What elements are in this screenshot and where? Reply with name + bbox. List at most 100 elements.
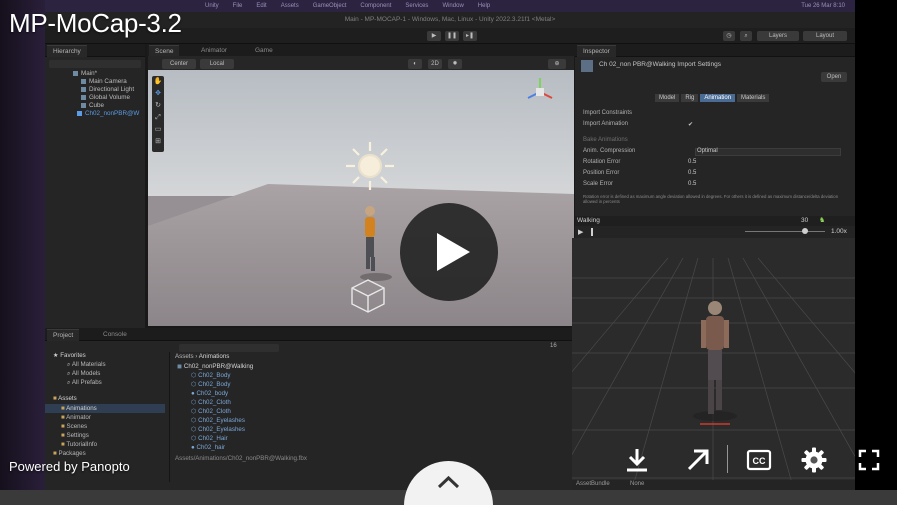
- subtab-materials: Materials: [737, 94, 770, 102]
- gizmos-icon: ⊕: [548, 59, 566, 69]
- menubar-item: Help: [477, 3, 491, 9]
- scene-toolbar: Center Local 2D ◐ ✹ ⊕: [148, 56, 574, 70]
- folder-item: ■ Animations: [61, 405, 97, 412]
- menubar-item: Assets: [280, 3, 299, 9]
- menubar-item: Component: [360, 3, 392, 9]
- inspector-subtabs: Model Rig Animation Materials: [655, 94, 770, 102]
- tab-game: Game: [255, 47, 273, 54]
- hierarchy-panel: Hierarchy Main* Main Camera Directional …: [45, 44, 145, 328]
- speed-slider-handle: [802, 228, 808, 234]
- fullscreen-button[interactable]: [853, 444, 885, 476]
- closed-captions-icon: CC: [746, 449, 772, 471]
- menubar-item: Window: [442, 3, 464, 9]
- assetbundle-label: AssetBundle: [576, 481, 610, 487]
- video-right-edge: [855, 0, 897, 490]
- tab-project: Project: [47, 329, 80, 341]
- camera-icon: [81, 78, 86, 84]
- speed-value: 1.00x: [831, 228, 847, 235]
- play-button[interactable]: [400, 203, 498, 301]
- pause-icon: ❚❚: [445, 31, 459, 41]
- preview-timeline: ▶ 1.00x: [575, 226, 855, 238]
- download-button[interactable]: [621, 444, 653, 476]
- scene-tabbar: Scene Animator Game: [147, 44, 575, 56]
- assetbundle-bar: AssetBundle None: [572, 480, 855, 490]
- tree-item: Main Camera: [81, 78, 127, 85]
- hierarchy-search: [49, 60, 141, 68]
- subtab-rig: Rig: [681, 94, 699, 102]
- favorites-header: ★ Favorites: [53, 352, 86, 359]
- favorites-item: ⌕ All Prefabs: [67, 379, 102, 386]
- file-item: ⬡ Ch02_Eyelashes: [191, 426, 245, 433]
- video-title: MP-MoCap-3.2: [9, 8, 182, 38]
- tab-scene: Scene: [149, 45, 180, 56]
- inspector-row: Anim. Compression Optimal: [583, 148, 849, 157]
- menubar-item: GameObject: [312, 3, 347, 9]
- file-item: ● Ch02_hair: [191, 444, 226, 451]
- expand-controls-button[interactable]: [404, 461, 493, 505]
- history-icon: ◷: [723, 31, 735, 41]
- folder-item: ■ Animator: [61, 414, 91, 421]
- powered-by-panopto[interactable]: Powered by Panopto: [9, 459, 130, 474]
- download-icon: [627, 449, 647, 472]
- settings-button[interactable]: [798, 444, 830, 476]
- file-item: ⬡ Ch02_Cloth: [191, 399, 231, 406]
- avatar-icon: ♞: [819, 217, 826, 224]
- tree-item: Global Volume: [81, 94, 130, 101]
- scale-tool-icon: ⤢: [155, 114, 161, 121]
- video-player[interactable]: Unity File Edit Assets GameObject Compon…: [0, 0, 897, 505]
- light-toggle-icon: ✹: [448, 59, 462, 69]
- mesh-icon: ⬡: [191, 399, 197, 406]
- folder-icon: ■: [53, 450, 57, 457]
- inspector-row: Import Constraints: [583, 110, 633, 116]
- folder-item: ■ Settings: [61, 432, 89, 439]
- open-in-new-window-button[interactable]: [682, 444, 714, 476]
- settings-gear-icon: [801, 447, 827, 473]
- captions-button[interactable]: CC: [743, 444, 775, 476]
- project-search: [179, 344, 279, 352]
- material-icon: ●: [191, 444, 195, 451]
- tab-hierarchy: Hierarchy: [47, 45, 87, 57]
- subtab-animation: Animation: [700, 94, 736, 102]
- preview-play-icon: ▶: [578, 229, 584, 236]
- mesh-icon: ⬡: [191, 435, 197, 442]
- expand-up-icon: [437, 475, 460, 489]
- file-item: ⬡ Ch02_Cloth: [191, 408, 231, 415]
- scene-tool-palette: ✋ ✥ ↻ ⤢ ▭ ⊞: [152, 76, 164, 152]
- rect-tool-icon: ▭: [154, 126, 162, 133]
- material-icon: ●: [191, 390, 195, 397]
- breadcrumb: Assets › Animations: [175, 353, 230, 360]
- mesh-icon: ⬡: [191, 381, 197, 388]
- menubar-item: Services: [405, 3, 429, 9]
- search-icon: ⌕: [740, 31, 752, 41]
- rotate-tool-icon: ↻: [155, 102, 161, 109]
- folder-item: ■ Packages: [53, 450, 86, 457]
- folder-icon: ■: [61, 423, 65, 430]
- inspector-header: Ch 02_non PBR@Walking Import Settings: [599, 61, 721, 68]
- file-item: ⬡ Ch02_Hair: [191, 435, 228, 442]
- inspector-row: Rotation Error 0.5: [583, 159, 697, 165]
- clip-name: Walking: [577, 217, 600, 224]
- inspector-row: Bake Animations: [583, 137, 628, 143]
- play-icon: [437, 233, 470, 271]
- folder-item: ■ TutorialInfo: [61, 441, 98, 448]
- file-item: ● Ch02_body: [191, 390, 229, 397]
- folder-icon: ■: [61, 441, 65, 448]
- tree-item: Main*: [73, 70, 97, 77]
- menubar-item: Edit: [256, 3, 267, 9]
- open-button: Open: [821, 72, 847, 82]
- file-item: ⬡ Ch02_Body: [191, 372, 231, 379]
- folder-item: ■ Scenes: [61, 423, 88, 430]
- video-left-edge: [0, 0, 45, 490]
- tree-item: Directional Light: [81, 86, 134, 93]
- shading-icon: ◐: [408, 59, 422, 69]
- volume-icon: [81, 94, 86, 100]
- scene-view: [148, 56, 574, 326]
- transform-tool-icon: ⊞: [155, 138, 161, 145]
- project-divider: [169, 352, 170, 482]
- inspector-row: Position Error 0.5: [583, 170, 697, 176]
- scene-ground-plane: [148, 56, 574, 326]
- preview-header: Walking 30 ♞: [575, 216, 855, 226]
- model-icon: ◼: [177, 363, 183, 370]
- menubar-item: Unity: [205, 3, 219, 9]
- asset-path-bar: Assets/Animations/Ch02_nonPBR@Walking.fb…: [175, 455, 307, 462]
